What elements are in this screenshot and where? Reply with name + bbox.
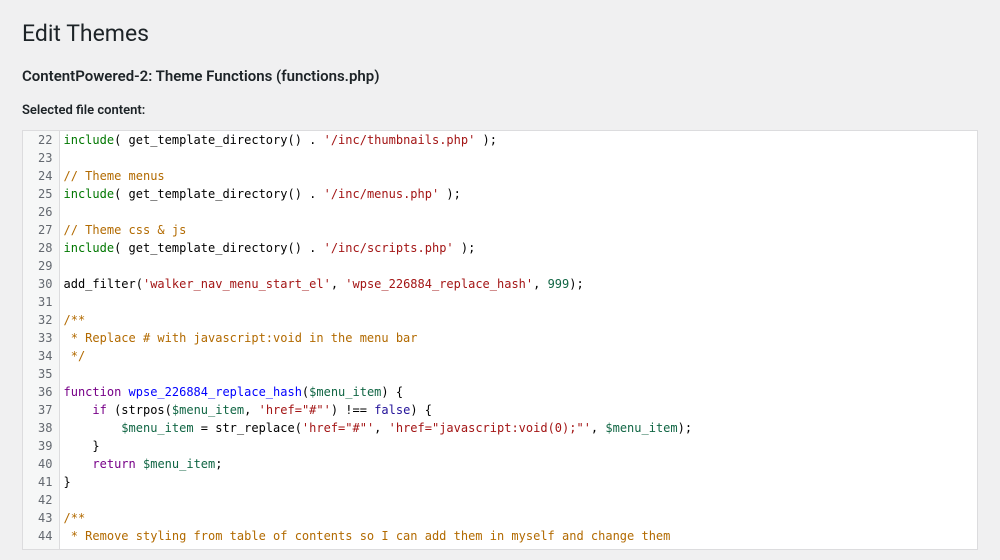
code-cell[interactable]: [59, 491, 977, 509]
line-number: 22: [23, 131, 59, 149]
code-cell[interactable]: // Theme menus: [59, 167, 977, 185]
code-line[interactable]: 26: [23, 203, 977, 221]
code-table[interactable]: 22include( get_template_directory() . '/…: [23, 131, 977, 550]
line-number: 38: [23, 419, 59, 437]
code-cell[interactable]: /**: [59, 509, 977, 527]
line-number: 26: [23, 203, 59, 221]
line-number: 44: [23, 527, 59, 545]
code-line[interactable]: 40 return $menu_item;: [23, 455, 977, 473]
code-line[interactable]: 38 $menu_item = str_replace('href="#"', …: [23, 419, 977, 437]
code-cell[interactable]: [59, 293, 977, 311]
code-cell[interactable]: }: [59, 437, 977, 455]
line-number: 39: [23, 437, 59, 455]
code-line[interactable]: 23: [23, 149, 977, 167]
line-number: 23: [23, 149, 59, 167]
code-line[interactable]: 39 }: [23, 437, 977, 455]
code-cell[interactable]: */: [59, 347, 977, 365]
subtitle: ContentPowered-2: Theme Functions (funct…: [22, 67, 978, 85]
code-line[interactable]: 28include( get_template_directory() . '/…: [23, 239, 977, 257]
code-line[interactable]: 41}: [23, 473, 977, 491]
code-line[interactable]: 36function wpse_226884_replace_hash($men…: [23, 383, 977, 401]
page-title: Edit Themes: [22, 20, 978, 47]
line-number: 41: [23, 473, 59, 491]
code-line[interactable]: 24// Theme menus: [23, 167, 977, 185]
code-cell[interactable]: // Theme css & js: [59, 221, 977, 239]
line-number: 30: [23, 275, 59, 293]
code-cell[interactable]: [59, 203, 977, 221]
code-cell[interactable]: if (strpos($menu_item, 'href="#"') !== f…: [59, 401, 977, 419]
code-line[interactable]: 42: [23, 491, 977, 509]
code-line[interactable]: 29: [23, 257, 977, 275]
code-line[interactable]: 31: [23, 293, 977, 311]
line-number: 34: [23, 347, 59, 365]
code-line[interactable]: 22include( get_template_directory() . '/…: [23, 131, 977, 149]
line-number: 37: [23, 401, 59, 419]
code-cell[interactable]: * Remove styling from table of contents …: [59, 527, 977, 545]
code-cell[interactable]: include( get_template_directory() . '/in…: [59, 131, 977, 149]
code-line[interactable]: 43/**: [23, 509, 977, 527]
line-number: 40: [23, 455, 59, 473]
line-number: 45: [23, 545, 59, 550]
code-line[interactable]: 32/**: [23, 311, 977, 329]
code-line[interactable]: 35: [23, 365, 977, 383]
code-line[interactable]: 30add_filter('walker_nav_menu_start_el',…: [23, 275, 977, 293]
line-number: 28: [23, 239, 59, 257]
line-number: 32: [23, 311, 59, 329]
code-line[interactable]: 37 if (strpos($menu_item, 'href="#"') !=…: [23, 401, 977, 419]
code-cell[interactable]: [59, 257, 977, 275]
code-cell[interactable]: */: [59, 545, 977, 550]
code-cell[interactable]: add_filter('walker_nav_menu_start_el', '…: [59, 275, 977, 293]
code-line[interactable]: 25include( get_template_directory() . '/…: [23, 185, 977, 203]
code-cell[interactable]: * Replace # with javascript:void in the …: [59, 329, 977, 347]
code-line[interactable]: 27// Theme css & js: [23, 221, 977, 239]
line-number: 33: [23, 329, 59, 347]
code-line[interactable]: 45 */: [23, 545, 977, 550]
code-cell[interactable]: $menu_item = str_replace('href="#"', 'hr…: [59, 419, 977, 437]
code-cell[interactable]: /**: [59, 311, 977, 329]
code-cell[interactable]: function wpse_226884_replace_hash($menu_…: [59, 383, 977, 401]
code-cell[interactable]: [59, 149, 977, 167]
code-cell[interactable]: return $menu_item;: [59, 455, 977, 473]
code-editor[interactable]: 22include( get_template_directory() . '/…: [22, 130, 978, 550]
line-number: 31: [23, 293, 59, 311]
code-line[interactable]: 33 * Replace # with javascript:void in t…: [23, 329, 977, 347]
code-cell[interactable]: include( get_template_directory() . '/in…: [59, 185, 977, 203]
line-number: 24: [23, 167, 59, 185]
line-number: 35: [23, 365, 59, 383]
code-cell[interactable]: [59, 365, 977, 383]
line-number: 25: [23, 185, 59, 203]
selected-file-label: Selected file content:: [22, 103, 978, 118]
code-line[interactable]: 44 * Remove styling from table of conten…: [23, 527, 977, 545]
code-cell[interactable]: }: [59, 473, 977, 491]
code-line[interactable]: 34 */: [23, 347, 977, 365]
line-number: 43: [23, 509, 59, 527]
line-number: 36: [23, 383, 59, 401]
code-cell[interactable]: include( get_template_directory() . '/in…: [59, 239, 977, 257]
line-number: 27: [23, 221, 59, 239]
line-number: 42: [23, 491, 59, 509]
line-number: 29: [23, 257, 59, 275]
